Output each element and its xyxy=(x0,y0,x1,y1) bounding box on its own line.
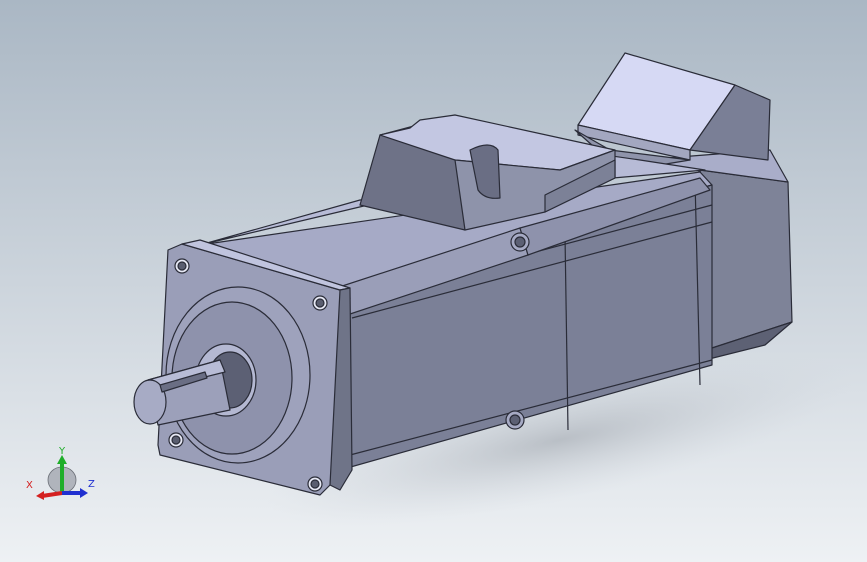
cad-viewport[interactable]: Y X Z xyxy=(0,0,867,562)
y-axis-label: Y xyxy=(58,446,66,457)
z-axis-label: Z xyxy=(88,479,95,490)
x-axis-label: X xyxy=(26,480,33,491)
model-canvas[interactable]: Y X Z xyxy=(0,0,867,562)
